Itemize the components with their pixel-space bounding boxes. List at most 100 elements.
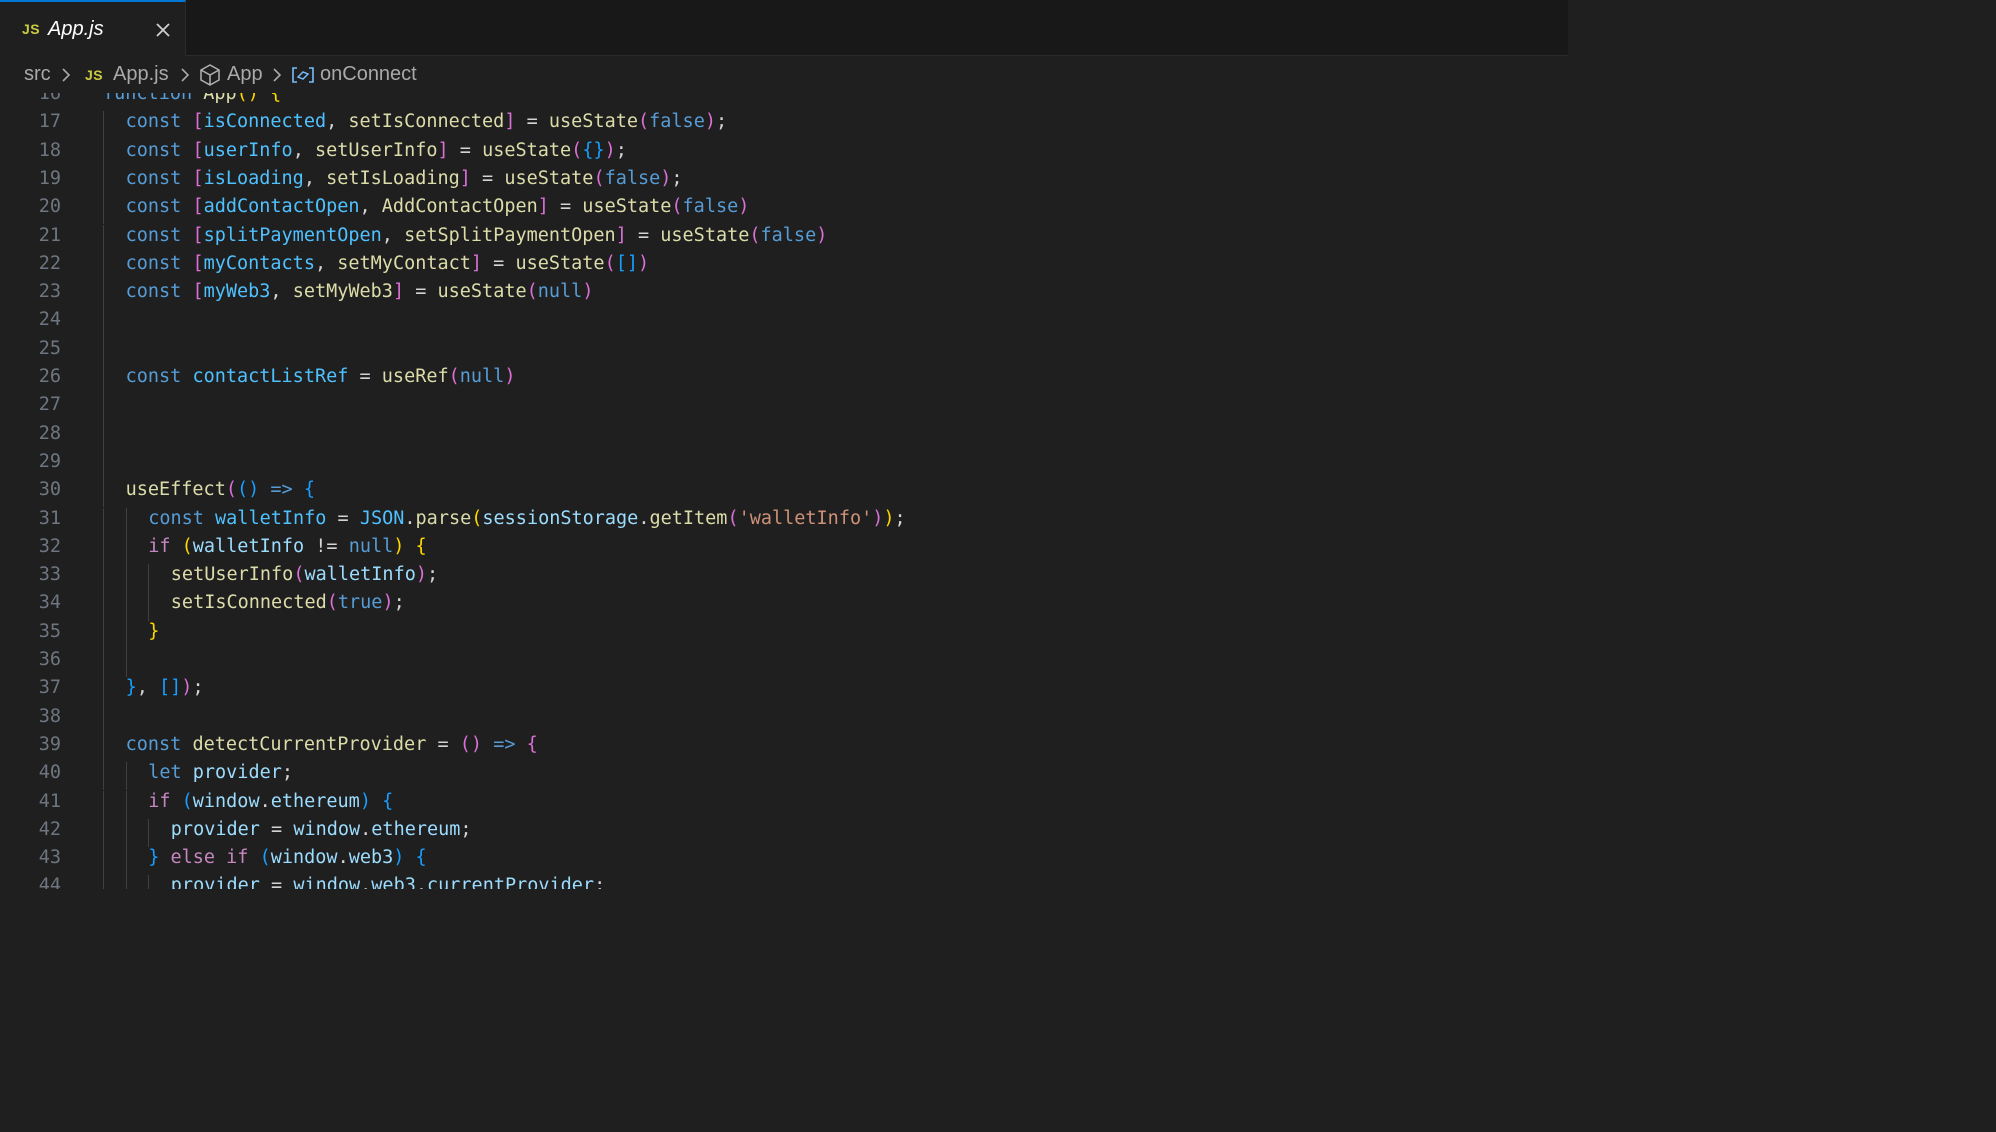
code-line[interactable]: 43 } else if (window.web3) { — [0, 847, 1568, 876]
code-token: } — [148, 620, 160, 642]
code-token: [ — [192, 111, 204, 133]
tab-app-js[interactable]: JS App.js — [0, 0, 186, 56]
indent-guide — [125, 535, 127, 565]
indent-guide — [103, 649, 104, 678]
code-line[interactable]: 20 const [addContactOpen, AddContactOpen]… — [0, 196, 1568, 225]
code-line[interactable]: 16 function App() { — [0, 93, 1568, 111]
code-line[interactable]: 21 const [splitPaymentOpen, setSplitPayme… — [0, 224, 1568, 253]
code-token: ; — [894, 507, 906, 529]
code-token: [ — [192, 224, 204, 246]
code-line[interactable]: 38 — [0, 705, 1568, 734]
indent-guide — [125, 875, 127, 889]
code-line[interactable]: 32 if (walletInfo != null) { — [0, 535, 1568, 565]
code-token: [ — [192, 252, 204, 274]
code-token: if — [148, 535, 171, 557]
code-token: parse — [415, 507, 472, 529]
line-number: 43 — [38, 847, 61, 869]
indent-guide — [103, 479, 104, 508]
code-line[interactable]: 27 — [0, 394, 1568, 423]
code-token: ( — [749, 224, 761, 246]
code-line[interactable]: 44 provider = window.web3.currentProvider… — [0, 875, 1568, 889]
code-token: else — [170, 847, 216, 869]
line-number: 19 — [38, 167, 61, 189]
line-number: 24 — [38, 309, 61, 331]
code-line[interactable]: 31 const walletInfo = JSON.parse(sessionS… — [0, 507, 1568, 536]
indent-guide — [125, 649, 127, 678]
code-token: , — [270, 281, 293, 303]
code-token: = — [348, 366, 382, 387]
code-token: ] — [537, 196, 549, 218]
indent-guide — [103, 620, 104, 649]
line-number: 29 — [38, 450, 61, 472]
code-token: null — [348, 535, 394, 557]
line-number: 36 — [38, 649, 61, 670]
code-line[interactable]: 41 if (window.ethereum) { — [0, 790, 1568, 819]
code-token: null — [459, 366, 505, 387]
code-token: ; — [192, 677, 204, 699]
code-token: { — [270, 93, 282, 104]
code-text: const [myContacts, setMyContact] = useSt… — [126, 253, 650, 274]
code-line[interactable]: 23 const [myWeb3, setMyWeb3] = useState(n… — [0, 281, 1568, 310]
breadcrumb-item-src[interactable]: src — [24, 63, 51, 86]
code-line[interactable]: 25 — [0, 337, 1568, 366]
indent-guide — [103, 535, 104, 565]
indent-guide — [125, 564, 127, 593]
code-token: ( — [727, 507, 739, 529]
code-line[interactable]: 40 let provider; — [0, 762, 1568, 791]
breadcrumb-item-app[interactable]: App — [227, 63, 263, 86]
code-line[interactable]: 17 const [isConnected, setIsConnected] = … — [0, 111, 1568, 140]
code-token: ; — [281, 762, 293, 784]
line-number: 17 — [38, 111, 61, 133]
indent-guide — [103, 394, 104, 423]
code-line[interactable]: 24 — [0, 309, 1568, 338]
code-line[interactable]: 42 provider = window.ethereum; — [0, 818, 1568, 848]
code-token: const — [125, 252, 182, 274]
code-line[interactable]: 22 const [myContacts, setMyContact] = use… — [0, 252, 1568, 282]
code-line[interactable]: 36 — [0, 649, 1568, 678]
code-token: [ — [192, 139, 204, 161]
code-token: = — [404, 281, 438, 303]
code-line[interactable]: 39 const detectCurrentProvider = () => { — [0, 733, 1568, 763]
code-token: const — [125, 733, 182, 755]
code-token: ) — [181, 677, 193, 699]
code-token: = — [448, 139, 483, 161]
code-text: const [isConnected, setIsConnected] = us… — [126, 111, 728, 132]
code-line[interactable]: 34 setIsConnected(true); — [0, 592, 1568, 621]
breadcrumb-item-onconnect[interactable]: onConnect — [320, 63, 417, 86]
code-token: => — [270, 479, 293, 501]
code-line[interactable]: 33 setUserInfo(walletInfo); — [0, 564, 1568, 593]
code-line[interactable]: 30 useEffect(() => { — [0, 479, 1568, 508]
code-line[interactable]: 37}, []); — [0, 677, 1568, 706]
code-line[interactable]: 26 const contactListRef = useRef(null) — [0, 366, 1568, 395]
line-number: 23 — [38, 281, 61, 303]
code-token: ( — [259, 847, 271, 869]
code-line[interactable]: 19 const [isLoading, setIsLoading] = useS… — [0, 167, 1568, 197]
code-token: = — [470, 167, 505, 189]
line-number: 20 — [38, 196, 61, 218]
code-token: () — [236, 93, 259, 104]
indent-guide — [103, 790, 104, 819]
code-token: const — [125, 196, 182, 218]
code-token: useState — [660, 224, 750, 246]
code-token: setIsConnected — [348, 111, 505, 133]
code-token: { — [382, 790, 394, 812]
code-line[interactable]: 28 — [0, 422, 1568, 451]
line-number: 37 — [38, 677, 61, 699]
indent-guide — [103, 733, 104, 763]
code-token: . — [360, 818, 372, 840]
close-icon[interactable] — [152, 19, 174, 41]
code-token: setUserInfo — [170, 564, 294, 586]
code-text: } else if (window.web3) { — [148, 847, 427, 868]
breadcrumb-item-app-js[interactable]: App.js — [113, 63, 169, 86]
code-editor[interactable]: 16 function App() {17 const [isConnected, … — [0, 93, 1568, 889]
code-token: userInfo — [203, 139, 293, 161]
code-line[interactable]: 18 const [userInfo, setUserInfo] = useSta… — [0, 139, 1568, 168]
code-line[interactable]: 29 — [0, 450, 1568, 480]
line-number: 40 — [38, 762, 61, 784]
code-token: ) — [816, 224, 828, 246]
code-token: useState — [504, 167, 594, 189]
code-line[interactable]: 35} — [0, 620, 1568, 649]
